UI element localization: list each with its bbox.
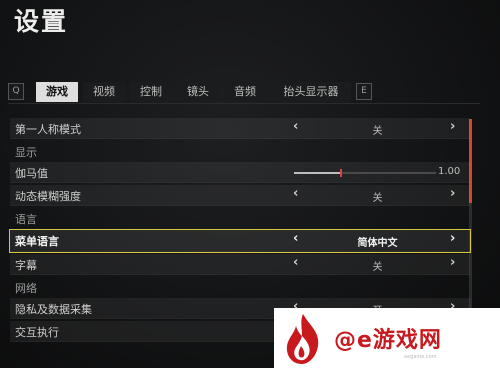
section-header-language: 语言 [15,213,37,226]
setting-value: 关 [372,262,383,273]
setting-label: 字幕 [15,259,37,272]
chevron-left-icon[interactable]: ‹ [293,231,298,246]
settings-tab-bar: Q 游戏 视频 控制 镜头 音频 抬头显示器 E [8,82,480,104]
slider-thumb[interactable] [339,169,342,177]
tab-hud[interactable]: 抬头显示器 [271,82,351,102]
watermark-subtext: aegame.com [404,354,437,360]
setting-value: 关 [372,193,383,204]
slider-fill [294,172,341,174]
chevron-right-icon[interactable]: › [450,186,455,201]
setting-motion-blur[interactable]: 动态模糊强度 ‹ 关 › [10,185,470,206]
chevron-left-icon[interactable]: ‹ [293,255,298,270]
page-title: 设置 [14,7,69,36]
watermark: @e游戏网 aegame.com [274,308,500,368]
tab-underline [8,103,480,104]
chevron-left-icon[interactable]: ‹ [293,186,298,201]
section-header-network: 网络 [15,282,37,295]
tab-video[interactable]: 视频 [83,82,125,102]
tab-controls[interactable]: 控制 [130,82,172,102]
setting-label: 第一人称模式 [15,123,81,136]
tab-audio[interactable]: 音频 [224,82,266,102]
gamma-slider[interactable] [294,169,436,177]
setting-label: 动态模糊强度 [15,190,81,203]
setting-label: 菜单语言 [15,235,59,248]
setting-label: 交互执行 [15,326,59,339]
flame-logo-icon [286,314,319,364]
setting-value: 1.00 [438,166,461,177]
chevron-right-icon[interactable]: › [450,119,455,134]
setting-gamma[interactable]: 伽马值 1.00 [10,162,470,183]
setting-first-person[interactable]: 第一人称模式 ‹ 关 › [10,118,470,139]
tab-camera[interactable]: 镜头 [177,82,219,102]
setting-value: 简体中文 [357,238,398,249]
watermark-text: @e游戏网 [334,328,442,353]
chevron-right-icon[interactable]: › [450,231,455,246]
setting-subtitles[interactable]: 字幕 ‹ 关 › [10,254,470,275]
tab-game[interactable]: 游戏 [36,82,78,102]
section-header-display: 显示 [15,146,37,159]
setting-menu-language[interactable]: 菜单语言 ‹ 简体中文 › [9,229,471,253]
next-tab-key[interactable]: E [356,83,372,100]
prev-tab-key[interactable]: Q [8,83,24,100]
chevron-left-icon[interactable]: ‹ [293,119,298,134]
setting-label: 伽马值 [15,167,48,180]
setting-label: 隐私及数据采集 [15,303,92,316]
chevron-right-icon[interactable]: › [450,255,455,270]
setting-value: 关 [372,126,383,137]
